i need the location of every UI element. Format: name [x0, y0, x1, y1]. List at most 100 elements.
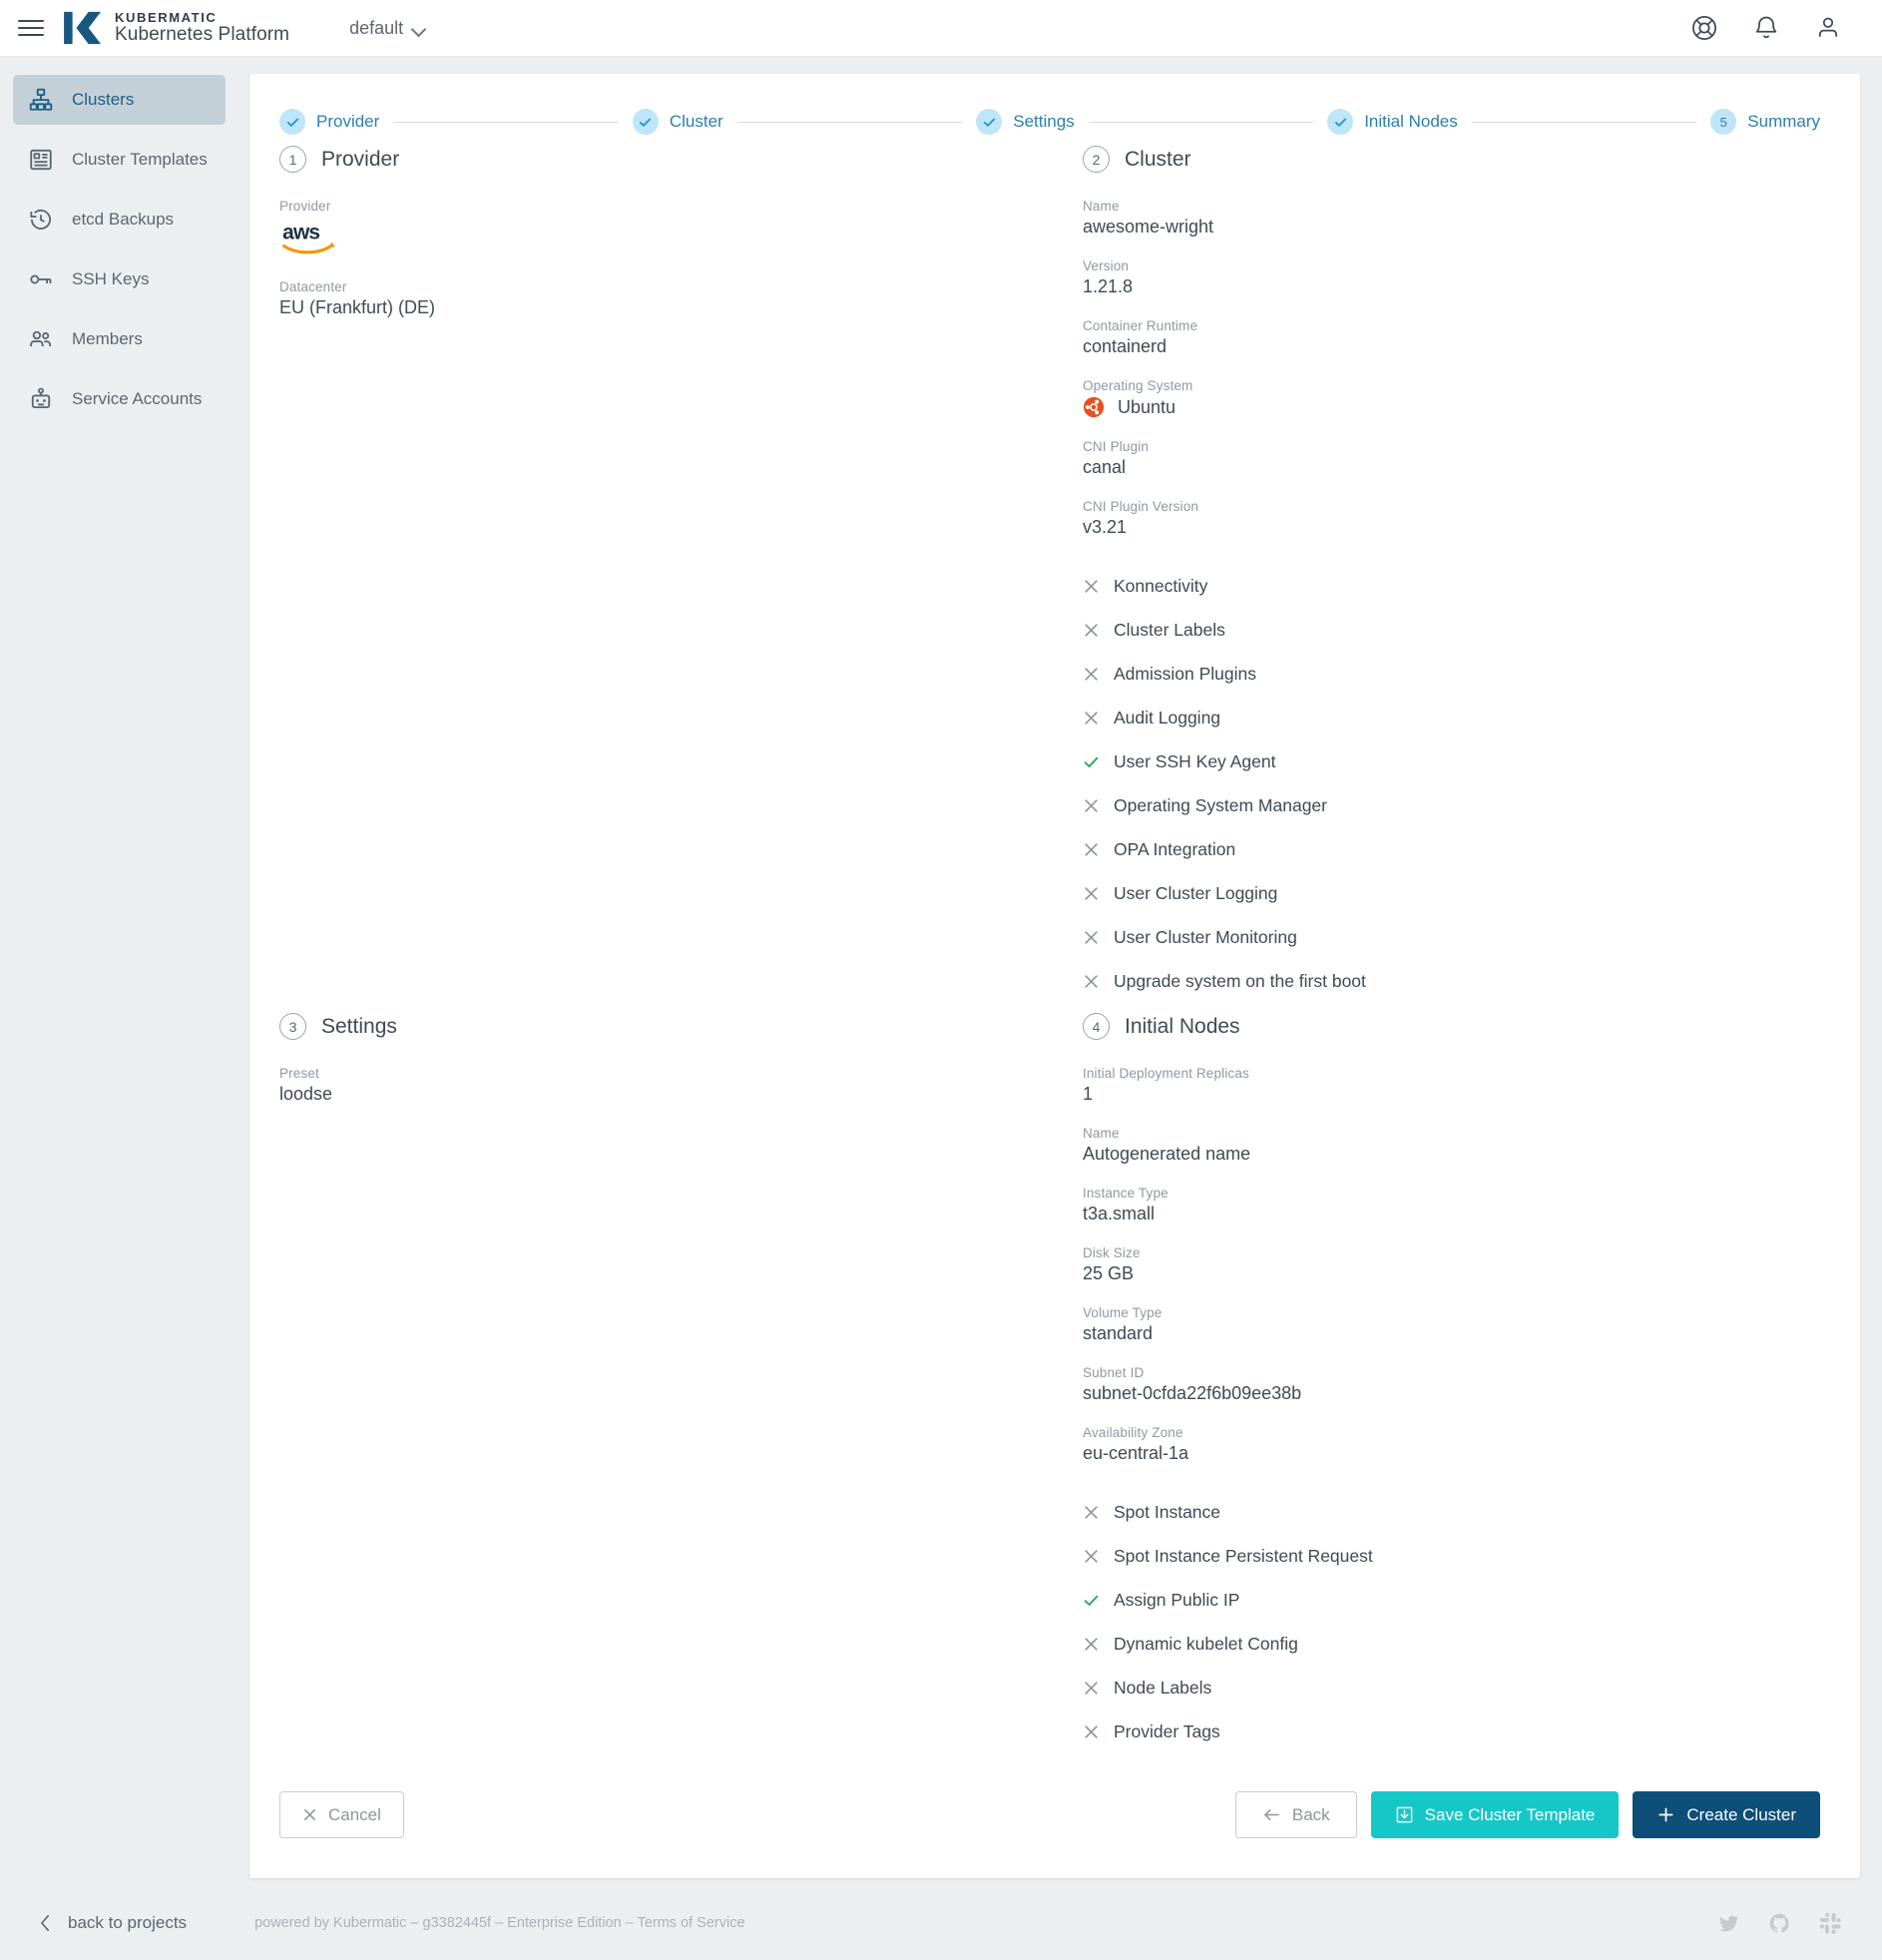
sidebar-item-label: Clusters	[72, 90, 135, 109]
flag-label: Node Labels	[1114, 1677, 1212, 1698]
flag-upgrade-system-first-boot: Upgrade system on the first boot	[1083, 959, 1800, 1003]
field-label: Provider	[279, 199, 331, 214]
field-value: awesome-wright	[1083, 217, 1214, 237]
field-operating-system: Operating System Ubuntu	[1083, 378, 1800, 418]
field-instance-type: Instance Type t3a.small	[1083, 1186, 1800, 1225]
flag-node-labels: Node Labels	[1083, 1666, 1800, 1710]
flag-user-ssh-key-agent: User SSH Key Agent	[1083, 739, 1800, 783]
initial-nodes-section: 4 Initial Nodes Initial Deployment Repli…	[1050, 1013, 1820, 1753]
field-cni-plugin-version: CNI Plugin Version v3.21	[1083, 499, 1800, 538]
flag-admission-plugins: Admission Plugins	[1083, 652, 1800, 696]
cross-icon	[1085, 1505, 1098, 1519]
field-container-runtime: Container Runtime containerd	[1083, 318, 1800, 357]
check-icon	[1084, 756, 1099, 767]
field-value: v3.21	[1083, 517, 1128, 537]
cross-icon	[1085, 623, 1098, 637]
help-icon[interactable]	[1690, 14, 1718, 42]
section-title: Settings	[321, 1014, 397, 1038]
sidebar-item-clusters[interactable]: Clusters	[13, 75, 226, 125]
step-number-bubble: 5	[1710, 109, 1737, 135]
action-bar-right: Back Save Cluster Template Create Cluste…	[1234, 1791, 1820, 1838]
topbar-actions	[1690, 14, 1842, 42]
sidebar-item-label: Service Accounts	[72, 389, 203, 408]
field-availability-zone: Availability Zone eu-central-1a	[1083, 1425, 1800, 1464]
flag-label: Spot Instance Persistent Request	[1114, 1545, 1373, 1566]
stepper-step-initial-nodes[interactable]: Initial Nodes	[1327, 109, 1458, 135]
sidebar-item-etcd-backups[interactable]: etcd Backups	[13, 195, 226, 245]
top-bar: KUBERMATIC Kubernetes Platform default	[0, 0, 1882, 57]
field-label: Datacenter	[279, 279, 347, 294]
brand-logo[interactable]: KUBERMATIC Kubernetes Platform	[64, 10, 289, 46]
flag-label: OPA Integration	[1114, 838, 1236, 859]
chevron-down-icon	[412, 24, 425, 32]
create-cluster-label: Create Cluster	[1686, 1804, 1796, 1824]
flag-label: Dynamic kubelet Config	[1114, 1633, 1298, 1654]
field-value: eu-central-1a	[1083, 1443, 1189, 1463]
flag-label: Upgrade system on the first boot	[1114, 970, 1366, 991]
flag-label: Assign Public IP	[1114, 1589, 1240, 1610]
sidebar-item-members[interactable]: Members	[13, 314, 226, 364]
clusters-icon	[29, 88, 53, 111]
check-icon	[1084, 1595, 1099, 1606]
field-label: Name	[1083, 199, 1120, 214]
github-icon[interactable]	[1768, 1912, 1791, 1935]
sidebar-item-service-accounts[interactable]: Service Accounts	[13, 374, 226, 424]
back-to-projects-label: back to projects	[68, 1913, 188, 1932]
save-cluster-template-button[interactable]: Save Cluster Template	[1370, 1791, 1620, 1838]
section-title: Provider	[321, 147, 400, 171]
field-value-with-icon: Ubuntu	[1083, 396, 1800, 418]
ubuntu-icon	[1083, 396, 1105, 418]
sidebar-item-ssh-keys[interactable]: SSH Keys	[13, 254, 226, 304]
notifications-bell-icon[interactable]	[1752, 14, 1780, 42]
section-number: 4	[1083, 1013, 1110, 1040]
field-value: t3a.small	[1083, 1204, 1156, 1224]
cross-icon	[1085, 1724, 1098, 1738]
step-check-icon	[976, 109, 1003, 135]
terms-of-service-link[interactable]: Terms of Service	[638, 1915, 745, 1931]
field-label: Volume Type	[1083, 1305, 1163, 1320]
field-label: Subnet ID	[1083, 1365, 1145, 1380]
user-account-icon[interactable]	[1814, 14, 1842, 42]
field-value: 25 GB	[1083, 1263, 1135, 1283]
flag-label: User SSH Key Agent	[1114, 750, 1276, 771]
field-label: Disk Size	[1083, 1245, 1141, 1260]
twitter-icon[interactable]	[1717, 1912, 1740, 1935]
cross-icon	[1085, 667, 1098, 681]
field-value: loodse	[279, 1084, 333, 1104]
cancel-button[interactable]: Cancel	[279, 1791, 404, 1838]
body-wrapper: Clusters Cluster Templates etcd Backups	[0, 57, 1882, 1886]
field-initial-deployment-replicas: Initial Deployment Replicas 1	[1083, 1066, 1800, 1105]
flag-spot-instance: Spot Instance	[1083, 1490, 1800, 1534]
back-button[interactable]: Back	[1234, 1791, 1357, 1838]
field-cni-plugin: CNI Plugin canal	[1083, 439, 1800, 478]
stepper-step-cluster[interactable]: Cluster	[632, 109, 723, 135]
field-version: Version 1.21.8	[1083, 258, 1800, 297]
slack-icon[interactable]	[1819, 1912, 1842, 1935]
field-value: EU (Frankfurt) (DE)	[279, 297, 436, 317]
stepper-step-provider[interactable]: Provider	[279, 109, 379, 135]
stepper-step-settings[interactable]: Settings	[976, 109, 1075, 135]
field-value: Autogenerated name	[1083, 1144, 1251, 1164]
hamburger-menu-icon[interactable]	[18, 18, 44, 38]
back-to-projects-link[interactable]: back to projects	[40, 1913, 187, 1933]
stepper-step-summary[interactable]: 5 Summary	[1710, 109, 1820, 135]
create-cluster-button[interactable]: Create Cluster	[1633, 1791, 1820, 1838]
field-datacenter: Datacenter EU (Frankfurt) (DE)	[279, 279, 1030, 318]
field-label: CNI Plugin	[1083, 439, 1150, 454]
footer-meta: powered by Kubermatic – g3382445f – Ente…	[254, 1915, 744, 1931]
field-value: 1.21.8	[1083, 276, 1134, 296]
step-check-icon	[1327, 109, 1354, 135]
footer-dash-3: –	[625, 1915, 634, 1931]
section-number: 1	[279, 146, 306, 173]
project-selector[interactable]: default	[349, 18, 425, 39]
sidebar-item-cluster-templates[interactable]: Cluster Templates	[13, 135, 226, 185]
wizard-action-bar: Cancel Back Save Cluster Template Create…	[249, 1791, 1860, 1874]
section-title: Initial Nodes	[1125, 1014, 1240, 1038]
etcd-backups-icon	[30, 209, 51, 230]
flag-provider-tags: Provider Tags	[1083, 1710, 1800, 1753]
step-check-icon	[279, 109, 305, 135]
flag-label: Cluster Labels	[1114, 619, 1225, 640]
stepper-label: Provider	[316, 112, 380, 131]
flag-label: Admission Plugins	[1114, 663, 1256, 684]
field-label: CNI Plugin Version	[1083, 499, 1199, 514]
